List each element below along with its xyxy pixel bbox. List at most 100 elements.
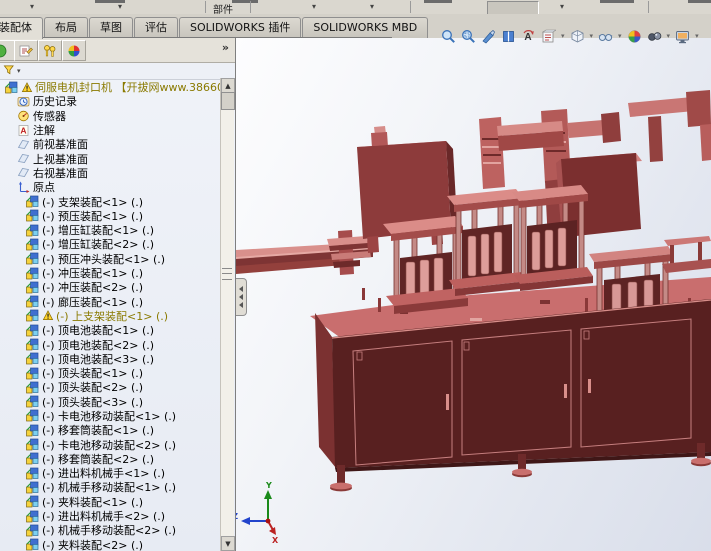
tab-评估[interactable]: 评估 xyxy=(134,17,178,38)
plane-icon xyxy=(17,152,30,165)
tree-item[interactable]: 右视基准面 xyxy=(0,166,235,180)
dropdown-caret-icon[interactable]: ▾ xyxy=(590,32,594,40)
dropdown-caret-icon[interactable]: ▾ xyxy=(370,2,374,12)
tree-item[interactable]: 伺服电机封口机 【开拔网www.386600.com】 xyxy=(0,80,235,94)
rotate-annotation-icon[interactable]: A xyxy=(520,28,537,45)
pane-split-grip[interactable] xyxy=(222,268,232,280)
plane-icon xyxy=(17,138,30,151)
tree-item[interactable]: 传感器 xyxy=(0,109,235,123)
view-book-icon[interactable] xyxy=(500,28,517,45)
locks-button[interactable] xyxy=(38,40,62,61)
graphics-viewport[interactable]: Y Z X xyxy=(236,38,711,551)
dropdown-caret-icon[interactable]: ▾ xyxy=(667,32,671,40)
color-wheel-button[interactable] xyxy=(62,40,86,61)
tree-item-label: (-) 顶头装配<1> (.) xyxy=(42,366,143,380)
sensors-icon xyxy=(17,109,30,122)
tree-item[interactable]: (-) 顶电池装配<3> (.) xyxy=(0,352,235,366)
filter-caret-icon[interactable]: ▾ xyxy=(17,67,21,75)
tree-item[interactable]: (-) 机械手移动装配<2> (.) xyxy=(0,523,235,537)
assembly-icon xyxy=(26,467,39,480)
feature-tree: 伺服电机封口机 【开拔网www.386600.com】历史记录传感器A注解前视基… xyxy=(0,80,235,551)
hide-show-items-icon[interactable] xyxy=(597,28,614,45)
clipped-icon xyxy=(424,0,452,3)
panel-splitter-handle[interactable] xyxy=(236,278,247,316)
tree-item[interactable]: (-) 机械手移动装配<1> (.) xyxy=(0,480,235,494)
tree-item-label: 原点 xyxy=(33,180,55,194)
tree-item[interactable]: (-) 冲压装配<1> (.) xyxy=(0,266,235,280)
tree-item[interactable]: 历史记录 xyxy=(0,94,235,108)
tab-草图[interactable]: 草图 xyxy=(89,17,133,38)
tree-item-label: 传感器 xyxy=(33,109,66,123)
tree-item[interactable]: (-) 移套筒装配<2> (.) xyxy=(0,452,235,466)
tree-item-label: (-) 顶头装配<3> (.) xyxy=(42,395,143,409)
tree-item[interactable]: (-) 增压缸装配<2> (.) xyxy=(0,237,235,251)
tab-装配体[interactable]: 装配体 xyxy=(0,17,43,39)
pressed-toolbar-button[interactable] xyxy=(487,1,539,15)
tree-item[interactable]: (-) 支架装配<1> (.) xyxy=(0,194,235,208)
tree-item[interactable]: (-) 移套筒装配<1> (.) xyxy=(0,423,235,437)
tree-item[interactable]: (-) 预压冲头装配<1> (.) xyxy=(0,252,235,266)
tree-item-label: (-) 冲压装配<2> (.) xyxy=(42,280,143,294)
tree-item[interactable]: (-) 进出料机械手<1> (.) xyxy=(0,466,235,480)
tree-item[interactable]: (-) 卡电池移动装配<1> (.) xyxy=(0,409,235,423)
dropdown-caret-icon[interactable]: ▾ xyxy=(695,32,699,40)
svg-text:A: A xyxy=(524,32,531,43)
tree-item[interactable]: (-) 冲压装配<2> (.) xyxy=(0,280,235,294)
tree-item[interactable]: (-) 卡电池移动装配<2> (.) xyxy=(0,437,235,451)
toolbar-overflow-chevron[interactable]: » xyxy=(222,41,229,54)
assembly-icon xyxy=(26,409,39,422)
properties-button[interactable] xyxy=(14,40,38,61)
tree-item-label: (-) 进出料机械手<2> (.) xyxy=(42,509,165,523)
tab-SOLIDWORKS MBD[interactable]: SOLIDWORKS MBD xyxy=(302,17,428,38)
apply-scene-icon[interactable] xyxy=(646,28,663,45)
plane-icon xyxy=(17,166,30,179)
tree-item[interactable]: 前视基准面 xyxy=(0,137,235,151)
view-orientation-icon[interactable] xyxy=(540,28,557,45)
display-style-icon[interactable] xyxy=(569,28,586,45)
tree-item[interactable]: (-) 进出料机械手<2> (.) xyxy=(0,509,235,523)
tree-item-label: 历史记录 xyxy=(33,94,77,108)
tree-item[interactable]: (-) 顶电池装配<1> (.) xyxy=(0,323,235,337)
edit-appearance-icon[interactable] xyxy=(626,28,643,45)
origin-icon xyxy=(17,181,30,194)
tree-scrollbar[interactable]: ▲ ▼ xyxy=(220,78,234,551)
zoom-area-icon[interactable] xyxy=(460,28,477,45)
triad-y-label: Y xyxy=(265,481,272,490)
scrollbar-thumb[interactable] xyxy=(221,92,235,110)
tree-item-label: (-) 移套筒装配<2> (.) xyxy=(42,452,154,466)
tree-item[interactable]: A注解 xyxy=(0,123,235,137)
tree-item-label: (-) 顶电池装配<2> (.) xyxy=(42,337,154,351)
dropdown-caret-icon[interactable]: ▾ xyxy=(118,2,122,12)
dropdown-caret-icon[interactable]: ▾ xyxy=(30,2,34,12)
dropdown-caret-icon[interactable]: ▾ xyxy=(560,2,564,12)
filter-funnel-icon[interactable] xyxy=(3,64,15,79)
assembly-icon xyxy=(5,81,18,94)
tree-item[interactable]: (-) 增压缸装配<1> (.) xyxy=(0,223,235,237)
tab-布局[interactable]: 布局 xyxy=(44,17,88,38)
tree-item[interactable]: (-) 夹料装配<1> (.) xyxy=(0,495,235,509)
tree-item[interactable]: (-) 夹料装配<2> (.) xyxy=(0,538,235,551)
tree-item[interactable]: (-) 预压装配<1> (.) xyxy=(0,209,235,223)
tree-item-label: (-) 增压缸装配<2> (.) xyxy=(42,237,154,251)
tree-item[interactable]: (-) 顶头装配<3> (.) xyxy=(0,395,235,409)
tree-item[interactable]: (-) 顶头装配<1> (.) xyxy=(0,366,235,380)
machine-model[interactable]: Y Z X xyxy=(236,38,711,551)
view-settings-icon[interactable] xyxy=(674,28,691,45)
tree-item[interactable]: 原点 xyxy=(0,180,235,194)
scrollbar-down-arrow-icon[interactable]: ▼ xyxy=(221,536,235,551)
tree-item[interactable]: 上视基准面 xyxy=(0,151,235,165)
tab-SOLIDWORKS 插件[interactable]: SOLIDWORKS 插件 xyxy=(179,17,301,38)
tree-item[interactable]: (-) 廊压装配<1> (.) xyxy=(0,294,235,308)
scrollbar-up-arrow-icon[interactable]: ▲ xyxy=(221,78,235,93)
tree-filter-row[interactable]: ▾ xyxy=(0,63,235,80)
zoom-fit-icon[interactable] xyxy=(440,28,457,45)
dropdown-caret-icon[interactable]: ▾ xyxy=(312,2,316,12)
tree-item-label: 伺服电机封口机 【开拔网www.386600.com】 xyxy=(35,80,235,94)
dropdown-caret-icon[interactable]: ▾ xyxy=(618,32,622,40)
dropdown-caret-icon[interactable]: ▾ xyxy=(561,32,565,40)
assembly-icon xyxy=(26,252,39,265)
tree-item[interactable]: (-) 顶电池装配<2> (.) xyxy=(0,337,235,351)
tree-item[interactable]: (-) 上支架装配<1> (.) xyxy=(0,309,235,323)
section-view-icon[interactable] xyxy=(480,28,497,45)
tree-item[interactable]: (-) 顶头装配<2> (.) xyxy=(0,380,235,394)
